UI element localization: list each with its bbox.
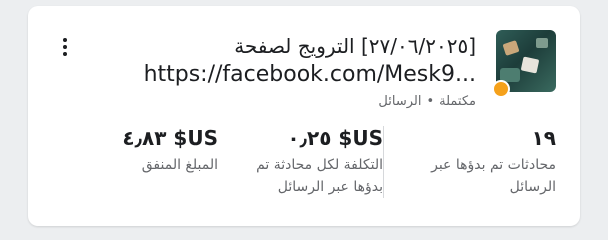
meta-separator: • (426, 94, 435, 109)
metric-conversations: ١٩ محادثات تم بدؤها عبر الرسائل (396, 126, 556, 198)
campaign-meta: مكتملة • الرسائل (378, 94, 476, 109)
campaign-type: الرسائل (378, 94, 422, 109)
status-text: مكتملة (439, 94, 476, 109)
campaign-thumbnail (492, 30, 556, 100)
metric-label: المبلغ المنفق (141, 157, 218, 173)
metric-label: محادثات تم بدؤها عبر الرسائل (431, 157, 556, 195)
more-vertical-icon[interactable] (60, 36, 70, 60)
metric-cost-per-conversation: US$ ٠٫٢٥ التكلفة لكل محادثة تم بدؤها عبر… (233, 126, 384, 198)
metric-value: US$ ٤٫٨٣ (122, 126, 218, 150)
campaign-title[interactable]: [٢٧/٠٦/٢٠٢٥] الترويج لصفحة (234, 34, 476, 58)
metric-value: ١٩ (531, 126, 556, 150)
campaign-card[interactable]: [٢٧/٠٦/٢٠٢٥] الترويج لصفحة https://faceb… (28, 6, 580, 226)
metric-amount-spent: US$ ٤٫٨٣ المبلغ المنفق (78, 126, 218, 176)
metric-label: التكلفة لكل محادثة تم بدؤها عبر الرسائل (256, 157, 383, 195)
campaign-link[interactable]: https://facebook.com/Mesk9... (96, 62, 476, 87)
metric-value: US$ ٠٫٢٥ (287, 126, 383, 150)
status-dot-icon (492, 80, 510, 98)
